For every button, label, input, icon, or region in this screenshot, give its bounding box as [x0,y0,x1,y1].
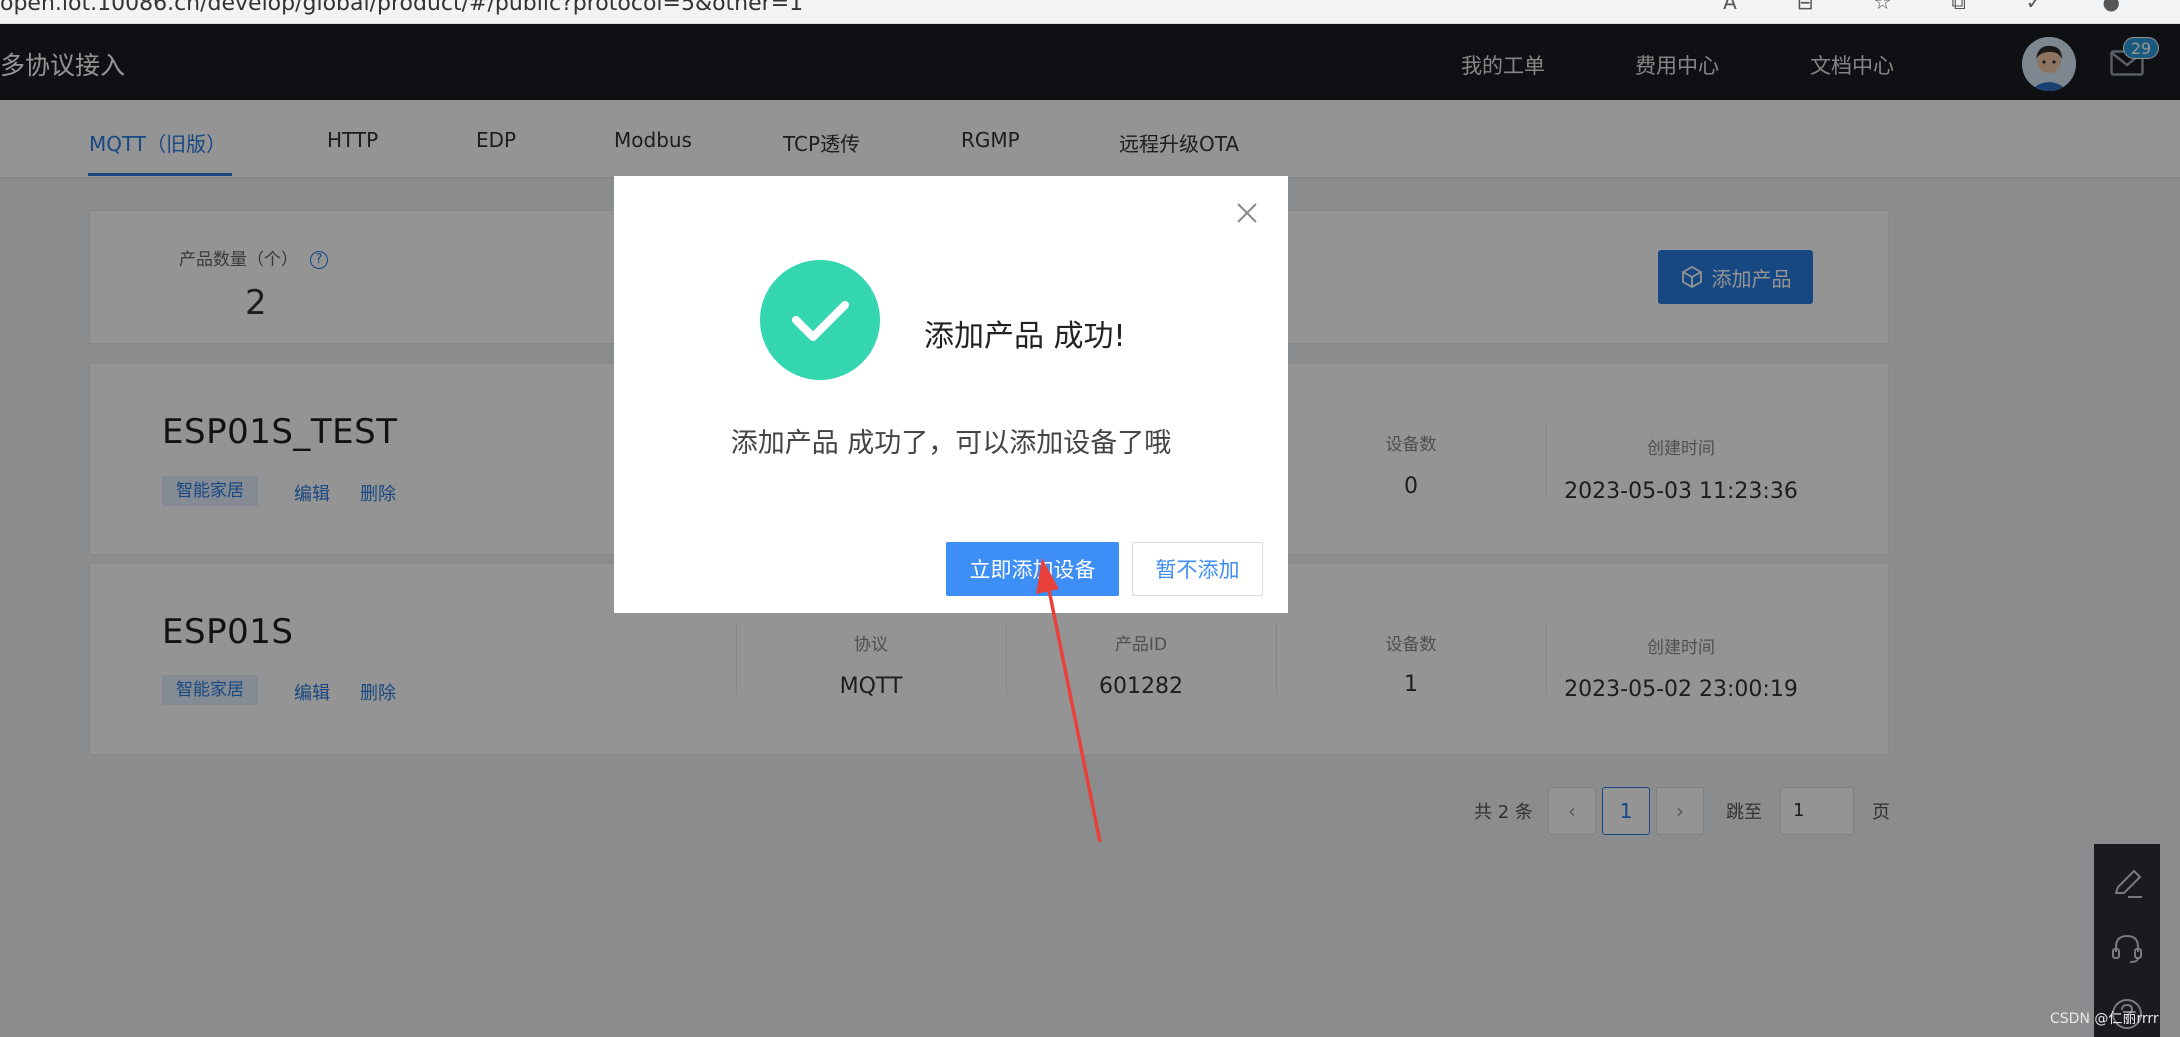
profile-icon[interactable]: ● [2103,0,2120,14]
csdn-watermark: CSDN @仁丽rrrr [2050,1011,2159,1027]
dialog-message: 添加产品 成功了，可以添加设备了哦 [730,428,1172,459]
favorites-icon[interactable]: ☆ [1874,0,1892,14]
extension-icon[interactable]: ✓ [2026,0,2043,14]
browser-address-bar[interactable]: open.iot.10086.cn/develop/global/product… [0,0,2180,24]
checkmark-icon [792,301,849,341]
add-device-now-button[interactable]: 立即添加设备 [946,542,1119,596]
success-check-icon [760,260,880,380]
read-aloud-icon[interactable]: A [1723,0,1737,14]
split-screen-icon[interactable]: ⊟ [1797,0,1814,14]
browser-toolbar-icons: A ⊟ ☆ ⧉ ✓ ● [1723,0,2120,14]
close-icon[interactable] [1234,200,1260,226]
dialog-title: 添加产品 成功! [924,319,1126,354]
address-url[interactable]: open.iot.10086.cn/develop/global/product… [0,0,803,16]
success-dialog: 添加产品 成功! 添加产品 成功了，可以添加设备了哦 立即添加设备 暂不添加 [614,176,1288,613]
not-now-button[interactable]: 暂不添加 [1132,542,1263,596]
collections-icon[interactable]: ⧉ [1952,0,1966,14]
